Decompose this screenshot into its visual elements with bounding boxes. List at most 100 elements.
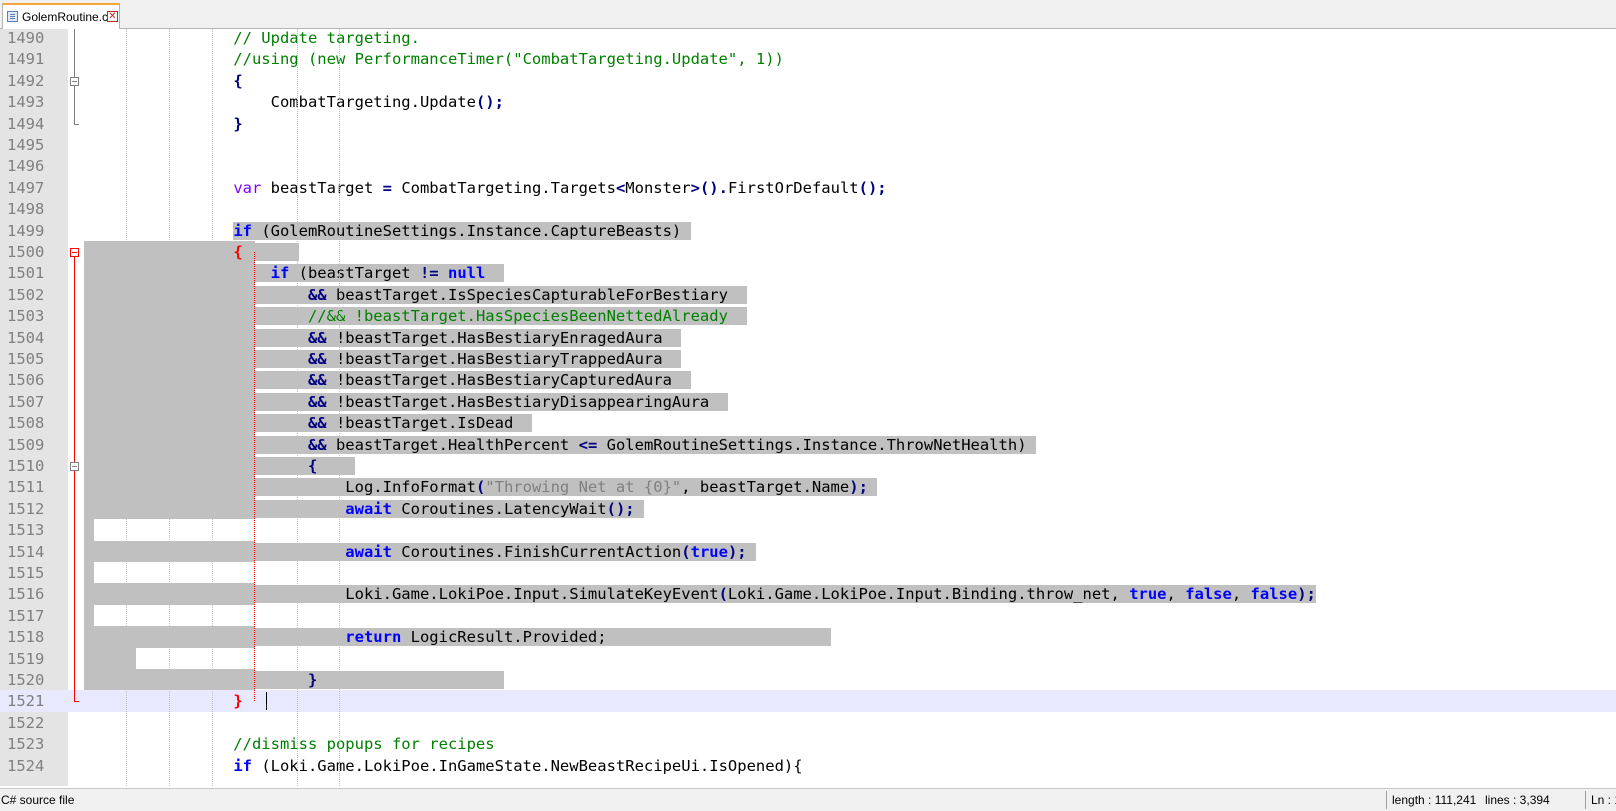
- code-line[interactable]: 1498: [0, 198, 1616, 220]
- code-line[interactable]: 1514 await Coroutines.FinishCurrentActio…: [0, 540, 1616, 563]
- code-line[interactable]: 1506 && !beastTarget.HasBestiaryCaptured…: [0, 369, 1616, 392]
- code-token: [84, 542, 346, 561]
- code-line[interactable]: 1496: [0, 155, 1616, 177]
- code-line[interactable]: 1523 //dismiss popups for recipes: [0, 733, 1616, 755]
- code-line[interactable]: 1503 //&& !beastTarget.HasSpeciesBeenNet…: [0, 305, 1616, 328]
- code-line[interactable]: 1492 {: [0, 70, 1616, 92]
- line-number: 1501: [7, 264, 45, 283]
- code-token: !beastTarget.HasBestiaryEnragedAura: [326, 328, 682, 347]
- code-token: //&& !beastTarget.HasSpeciesBeenNettedAl…: [307, 307, 747, 326]
- code-line[interactable]: 1509 && beastTarget.HealthPercent <= Gol…: [0, 433, 1616, 456]
- code-token: [84, 350, 308, 368]
- code-text: && !beastTarget.IsDead: [84, 412, 532, 434]
- code-line[interactable]: 1501 if (beastTarget != null: [0, 262, 1616, 285]
- code-token: !beastTarget.HasBestiaryTrappedAura: [326, 350, 682, 368]
- line-number: 1508: [7, 414, 45, 433]
- code-token: !beastTarget.HasBestiaryCapturedAura: [326, 371, 691, 390]
- code-token: &&: [307, 350, 327, 368]
- code-line[interactable]: 1522: [0, 712, 1616, 734]
- code-line[interactable]: 1499 if (GolemRoutineSettings.Instance.C…: [0, 220, 1616, 242]
- code-token: [634, 499, 644, 518]
- code-token: [317, 457, 355, 475]
- code-text: if (Loki.Game.LokiPoe.InGameState.NewBea…: [84, 755, 803, 777]
- code-line[interactable]: 1495: [0, 134, 1616, 156]
- code-line[interactable]: 1512 await Coroutines.LatencyWait();: [0, 497, 1616, 520]
- code-line[interactable]: 1511 Log.InfoFormat("Throwing Net at {0}…: [0, 476, 1616, 499]
- code-line[interactable]: 1494 }: [0, 113, 1616, 135]
- line-number: 1498: [7, 200, 45, 219]
- code-text: && !beastTarget.HasBestiaryDisappearingA…: [84, 391, 728, 413]
- line-number: 1506: [7, 371, 45, 390]
- code-line[interactable]: 1505 && !beastTarget.HasBestiaryTrappedA…: [0, 348, 1616, 370]
- code-token: {: [233, 71, 243, 90]
- fold-toggle-icon[interactable]: [70, 462, 79, 471]
- code-line[interactable]: 1500 {: [0, 241, 1616, 263]
- code-line[interactable]: 1508 && !beastTarget.IsDead: [0, 412, 1616, 435]
- line-number: 1519: [7, 649, 45, 668]
- close-tab-icon[interactable]: ✕: [107, 11, 118, 22]
- code-line[interactable]: 1490 // Update targeting.: [0, 29, 1616, 49]
- code-token: CombatTargeting.Update: [84, 93, 476, 112]
- selection-blank: [94, 604, 1616, 627]
- code-text: && !beastTarget.HasBestiaryTrappedAura: [84, 348, 682, 370]
- code-token: ,: [1166, 585, 1186, 604]
- line-number: 1499: [7, 221, 45, 240]
- line-number: 1517: [7, 606, 45, 625]
- code-token: if: [233, 756, 252, 775]
- line-number: 1502: [7, 285, 45, 304]
- code-line[interactable]: 1493 CombatTargeting.Update();: [0, 91, 1616, 113]
- code-token: ().: [699, 178, 728, 197]
- code-line[interactable]: 1517: [0, 604, 1616, 627]
- code-line[interactable]: 1504 && !beastTarget.HasBestiaryEnragedA…: [0, 326, 1616, 349]
- line-number: 1512: [7, 499, 45, 518]
- line-number: 1524: [7, 756, 45, 775]
- line-number: 1510: [7, 457, 45, 475]
- fold-line: [74, 85, 75, 124]
- line-number: 1505: [7, 350, 45, 368]
- code-token: );: [849, 478, 868, 497]
- code-line[interactable]: 1521 }: [0, 690, 1616, 713]
- code-line[interactable]: 1524 if (Loki.Game.LokiPoe.InGameState.N…: [0, 755, 1616, 777]
- code-token: [84, 457, 308, 475]
- code-token: CombatTargeting.Targets: [391, 178, 616, 197]
- code-line[interactable]: 1516 Loki.Game.LokiPoe.Input.SimulateKey…: [0, 583, 1616, 606]
- code-token: );: [727, 542, 747, 561]
- code-line[interactable]: 1502 && beastTarget.IsSpeciesCapturableF…: [0, 283, 1616, 306]
- code-token: [746, 542, 756, 561]
- code-token: ;: [494, 93, 504, 112]
- code-editor[interactable]: 1490 // Update targeting. 1491 //using (n…: [0, 29, 1616, 786]
- line-number: 1497: [7, 178, 45, 197]
- code-token: , beastTarget.Name: [681, 478, 850, 497]
- code-line[interactable]: 1520 }: [0, 669, 1616, 691]
- code-token: &&: [307, 392, 327, 411]
- code-token: //using (new PerformanceTimer("CombatTar…: [84, 50, 784, 69]
- file-tab[interactable]: GolemRoutine.cs ✕: [2, 3, 120, 29]
- code-text: return LogicResult.Provided;: [84, 626, 831, 648]
- indent-guide: [169, 29, 170, 786]
- code-text: //&& !beastTarget.HasSpeciesBeenNettedAl…: [84, 305, 747, 327]
- fold-line: [74, 29, 75, 77]
- code-token: (Loki.Game.LokiPoe.InGameState.NewBeastR…: [251, 756, 803, 775]
- code-line[interactable]: 1507 && !beastTarget.HasBestiaryDisappea…: [0, 390, 1616, 413]
- tab-bar: GolemRoutine.cs ✕: [0, 0, 1616, 29]
- code-line[interactable]: 1497 var beastTarget = CombatTargeting.T…: [0, 177, 1616, 199]
- status-length: length : 111,241: [1392, 793, 1477, 807]
- code-token: true: [1129, 585, 1167, 604]
- code-token: LogicResult.Provided;: [401, 628, 831, 647]
- code-line[interactable]: 1518 return LogicResult.Provided;: [0, 626, 1616, 649]
- code-text: }: [84, 113, 243, 135]
- code-token: [867, 478, 878, 497]
- code-token: }: [233, 114, 243, 133]
- code-token: [84, 264, 271, 283]
- fold-toggle-icon[interactable]: [70, 248, 79, 257]
- code-text: Log.InfoFormat("Throwing Net at {0}", be…: [84, 476, 878, 498]
- code-token: beastTarget.HealthPercent: [326, 435, 579, 454]
- fold-toggle-icon[interactable]: [70, 76, 79, 86]
- code-line[interactable]: 1513: [0, 519, 1616, 542]
- code-line[interactable]: 1515: [0, 562, 1616, 584]
- code-line[interactable]: 1519: [0, 647, 1616, 670]
- code-token: );: [1297, 585, 1316, 604]
- code-line[interactable]: 1510 {: [0, 455, 1616, 477]
- status-file-type: C# source file: [1, 793, 75, 807]
- code-line[interactable]: 1491 //using (new PerformanceTimer("Comb…: [0, 48, 1616, 70]
